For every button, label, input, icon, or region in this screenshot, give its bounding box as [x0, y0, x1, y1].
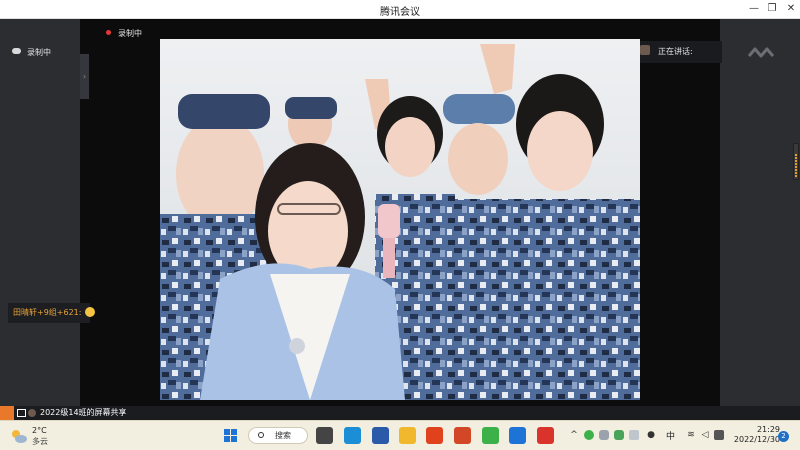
notification-badge[interactable]: 2 — [778, 431, 789, 442]
recording-status: 录制中 — [106, 28, 142, 39]
tray-browser-icon[interactable] — [584, 430, 594, 440]
share-status-bar: 2022级14班的屏幕共享 — [0, 406, 800, 420]
shared-photo — [160, 39, 640, 400]
tray-pen-icon[interactable] — [714, 430, 724, 440]
mic-volume-meter — [793, 143, 799, 180]
cloud-icon — [12, 48, 21, 54]
app-title: 腾讯会议 — [380, 7, 420, 18]
tray-cloud-icon[interactable] — [599, 430, 609, 440]
weather-widget[interactable]: 2°C 多云 — [10, 426, 70, 448]
task-view-icon[interactable] — [316, 427, 333, 444]
recording-status-label: 录制中 — [118, 29, 142, 38]
taskbar: 2°C 多云 搜索 ^ ● 中 ≋ ◁ 21:29 2022/12/30 2 — [0, 420, 800, 450]
search-icon — [258, 432, 264, 438]
recording-indicator[interactable]: 录制中 — [12, 47, 51, 58]
clock-time[interactable]: 21:29 — [740, 425, 780, 434]
right-panel — [720, 19, 800, 406]
chat-message: 田晴轩+9组+621: — [13, 308, 82, 317]
ime-indicator[interactable]: 中 — [666, 429, 675, 442]
user-icon[interactable] — [0, 406, 14, 420]
chevron-up-icon[interactable]: ^ — [569, 430, 579, 440]
office-icon[interactable] — [426, 427, 443, 444]
maximize-button[interactable]: ❐ — [762, 1, 782, 17]
clock-date[interactable]: 2022/12/30 — [730, 435, 780, 444]
powerpoint-icon[interactable] — [454, 427, 471, 444]
microphone-icon[interactable]: ● — [646, 430, 656, 440]
record-dot-icon — [106, 30, 111, 35]
search-label: 搜索 — [275, 431, 291, 440]
tencent-meeting-logo-icon — [748, 47, 774, 58]
wifi-icon[interactable]: ≋ — [686, 430, 696, 440]
edge-icon[interactable] — [344, 427, 361, 444]
mic-volume-fill — [795, 153, 797, 178]
tray-app-icon[interactable] — [614, 430, 624, 440]
tray-tool-icon[interactable] — [629, 430, 639, 440]
folder-icon[interactable] — [399, 427, 416, 444]
windows-logo-icon[interactable] — [222, 427, 239, 444]
taskbar-search[interactable]: 搜索 — [248, 427, 308, 444]
speaking-label: 正在讲话: — [658, 47, 693, 56]
recording-label: 录制中 — [27, 48, 51, 57]
browser-icon[interactable] — [482, 427, 499, 444]
cloud-sun-icon — [12, 430, 27, 443]
left-panel — [0, 19, 80, 406]
word-icon[interactable] — [372, 427, 389, 444]
speaker-avatar — [640, 45, 650, 55]
share-label: 2022级14班的屏幕共享 — [40, 408, 127, 417]
title-bar: 腾讯会议 — ❐ ✕ — [0, 0, 800, 19]
minimize-button[interactable]: — — [744, 1, 764, 17]
tencent-meeting-icon[interactable] — [509, 427, 526, 444]
speaking-indicator: 正在讲话: — [632, 41, 722, 63]
weather-temp: 2°C — [32, 426, 47, 435]
collapse-panel-handle[interactable]: › — [80, 54, 89, 99]
weather-desc: 多云 — [32, 437, 48, 446]
screen-share-icon — [17, 409, 26, 417]
volume-icon[interactable]: ◁ — [700, 430, 710, 440]
sharer-avatar — [28, 409, 36, 417]
emoji-icon — [85, 307, 96, 317]
close-button[interactable]: ✕ — [781, 1, 800, 17]
wps-icon[interactable] — [537, 427, 554, 444]
chat-popup[interactable]: 田晴轩+9组+621: — [8, 303, 96, 323]
